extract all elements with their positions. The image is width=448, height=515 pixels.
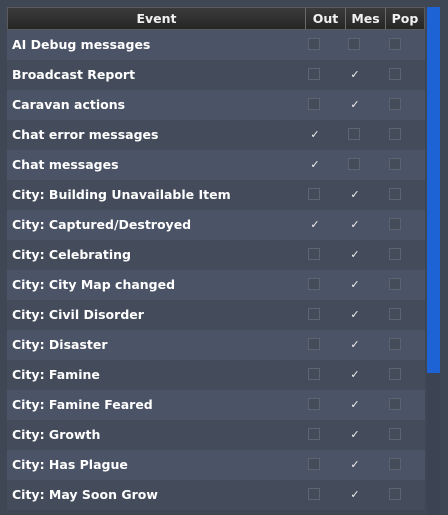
table-row: Broadcast Report bbox=[7, 60, 425, 90]
pop-checkbox[interactable] bbox=[389, 458, 401, 470]
mes-checkbox[interactable] bbox=[348, 458, 361, 471]
event-label: Caravan actions bbox=[12, 97, 126, 112]
mes-checkbox[interactable] bbox=[348, 188, 361, 201]
table-row: Chat error messages bbox=[7, 120, 425, 150]
event-label: Chat messages bbox=[12, 157, 119, 172]
pop-checkbox[interactable] bbox=[389, 398, 401, 410]
pop-checkbox[interactable] bbox=[389, 308, 401, 320]
table-row: Caravan actions bbox=[7, 90, 425, 120]
event-table: Event Out Mes Pop AI Debug messages Broad… bbox=[7, 7, 425, 515]
out-checkbox[interactable] bbox=[308, 158, 321, 171]
table-row: City: Celebrating bbox=[7, 240, 425, 270]
column-header-mes[interactable]: Mes bbox=[345, 8, 385, 29]
table-row: City: Growth bbox=[7, 420, 425, 450]
mes-checkbox[interactable] bbox=[348, 218, 361, 231]
pop-checkbox[interactable] bbox=[389, 98, 401, 110]
pop-checkbox[interactable] bbox=[389, 368, 401, 380]
column-header-event[interactable]: Event bbox=[8, 8, 305, 29]
out-checkbox[interactable] bbox=[308, 248, 320, 260]
table-row: City: City Map changed bbox=[7, 270, 425, 300]
mes-checkbox[interactable] bbox=[348, 308, 361, 321]
out-checkbox[interactable] bbox=[308, 218, 321, 231]
event-label: City: Captured/Destroyed bbox=[12, 217, 192, 232]
mes-checkbox[interactable] bbox=[348, 278, 361, 291]
pop-checkbox[interactable] bbox=[389, 338, 401, 350]
event-label: Chat error messages bbox=[12, 127, 159, 142]
event-label: AI Debug messages bbox=[12, 37, 151, 52]
out-checkbox[interactable] bbox=[308, 488, 320, 500]
out-checkbox[interactable] bbox=[308, 38, 320, 50]
table-row: City: Civil Disorder bbox=[7, 300, 425, 330]
out-checkbox[interactable] bbox=[308, 308, 320, 320]
out-checkbox[interactable] bbox=[308, 368, 320, 380]
pop-checkbox[interactable] bbox=[389, 488, 401, 500]
out-checkbox[interactable] bbox=[308, 458, 320, 470]
pop-checkbox[interactable] bbox=[389, 248, 401, 260]
out-checkbox[interactable] bbox=[308, 428, 320, 440]
out-checkbox[interactable] bbox=[308, 338, 320, 350]
event-messages-panel: Event Out Mes Pop AI Debug messages Broad… bbox=[0, 0, 448, 515]
scrollbar-thumb[interactable] bbox=[427, 7, 440, 373]
pop-checkbox[interactable] bbox=[389, 218, 401, 230]
table-header: Event Out Mes Pop bbox=[7, 7, 425, 30]
event-label: City: Celebrating bbox=[12, 247, 132, 262]
mes-checkbox[interactable] bbox=[348, 68, 361, 81]
out-checkbox[interactable] bbox=[308, 128, 321, 141]
table-row: City: Disaster bbox=[7, 330, 425, 360]
table-row: City: Has Plague bbox=[7, 450, 425, 480]
pop-checkbox[interactable] bbox=[389, 38, 401, 50]
out-checkbox[interactable] bbox=[308, 188, 320, 200]
mes-checkbox[interactable] bbox=[348, 128, 360, 140]
pop-checkbox[interactable] bbox=[389, 158, 401, 170]
event-label: City: Has Plague bbox=[12, 457, 128, 472]
event-label: City: Civil Disorder bbox=[12, 307, 144, 322]
pop-checkbox[interactable] bbox=[389, 128, 401, 140]
column-header-out[interactable]: Out bbox=[305, 8, 345, 29]
table-row: City: Building Unavailable Item bbox=[7, 180, 425, 210]
mes-checkbox[interactable] bbox=[348, 428, 361, 441]
out-checkbox[interactable] bbox=[308, 398, 320, 410]
event-label: City: Disaster bbox=[12, 337, 108, 352]
table-row: AI Debug messages bbox=[7, 30, 425, 60]
event-label: City: Growth bbox=[12, 427, 101, 442]
mes-checkbox[interactable] bbox=[348, 338, 361, 351]
out-checkbox[interactable] bbox=[308, 98, 320, 110]
event-label: City: Building Unavailable Item bbox=[12, 187, 231, 202]
pop-checkbox[interactable] bbox=[389, 428, 401, 440]
out-checkbox[interactable] bbox=[308, 278, 320, 290]
table-body: AI Debug messages Broadcast Report Caravan… bbox=[7, 30, 425, 510]
mes-checkbox[interactable] bbox=[348, 368, 361, 381]
mes-checkbox[interactable] bbox=[348, 38, 360, 50]
vertical-scrollbar[interactable] bbox=[427, 7, 440, 515]
event-label: City: May Soon Grow bbox=[12, 487, 158, 502]
mes-checkbox[interactable] bbox=[348, 158, 360, 170]
mes-checkbox[interactable] bbox=[348, 488, 361, 501]
mes-checkbox[interactable] bbox=[348, 398, 361, 411]
column-header-pop[interactable]: Pop bbox=[385, 8, 424, 29]
pop-checkbox[interactable] bbox=[389, 68, 401, 80]
table-row: City: Famine Feared bbox=[7, 390, 425, 420]
pop-checkbox[interactable] bbox=[389, 188, 401, 200]
table-row: Chat messages bbox=[7, 150, 425, 180]
table-row: City: May Soon Grow bbox=[7, 480, 425, 510]
pop-checkbox[interactable] bbox=[389, 278, 401, 290]
event-label: City: Famine Feared bbox=[12, 397, 153, 412]
table-row: City: Captured/Destroyed bbox=[7, 210, 425, 240]
mes-checkbox[interactable] bbox=[348, 98, 361, 111]
out-checkbox[interactable] bbox=[308, 68, 320, 80]
event-label: City: City Map changed bbox=[12, 277, 176, 292]
mes-checkbox[interactable] bbox=[348, 248, 361, 261]
event-label: City: Famine bbox=[12, 367, 100, 382]
table-row: City: Famine bbox=[7, 360, 425, 390]
event-label: Broadcast Report bbox=[12, 67, 136, 82]
